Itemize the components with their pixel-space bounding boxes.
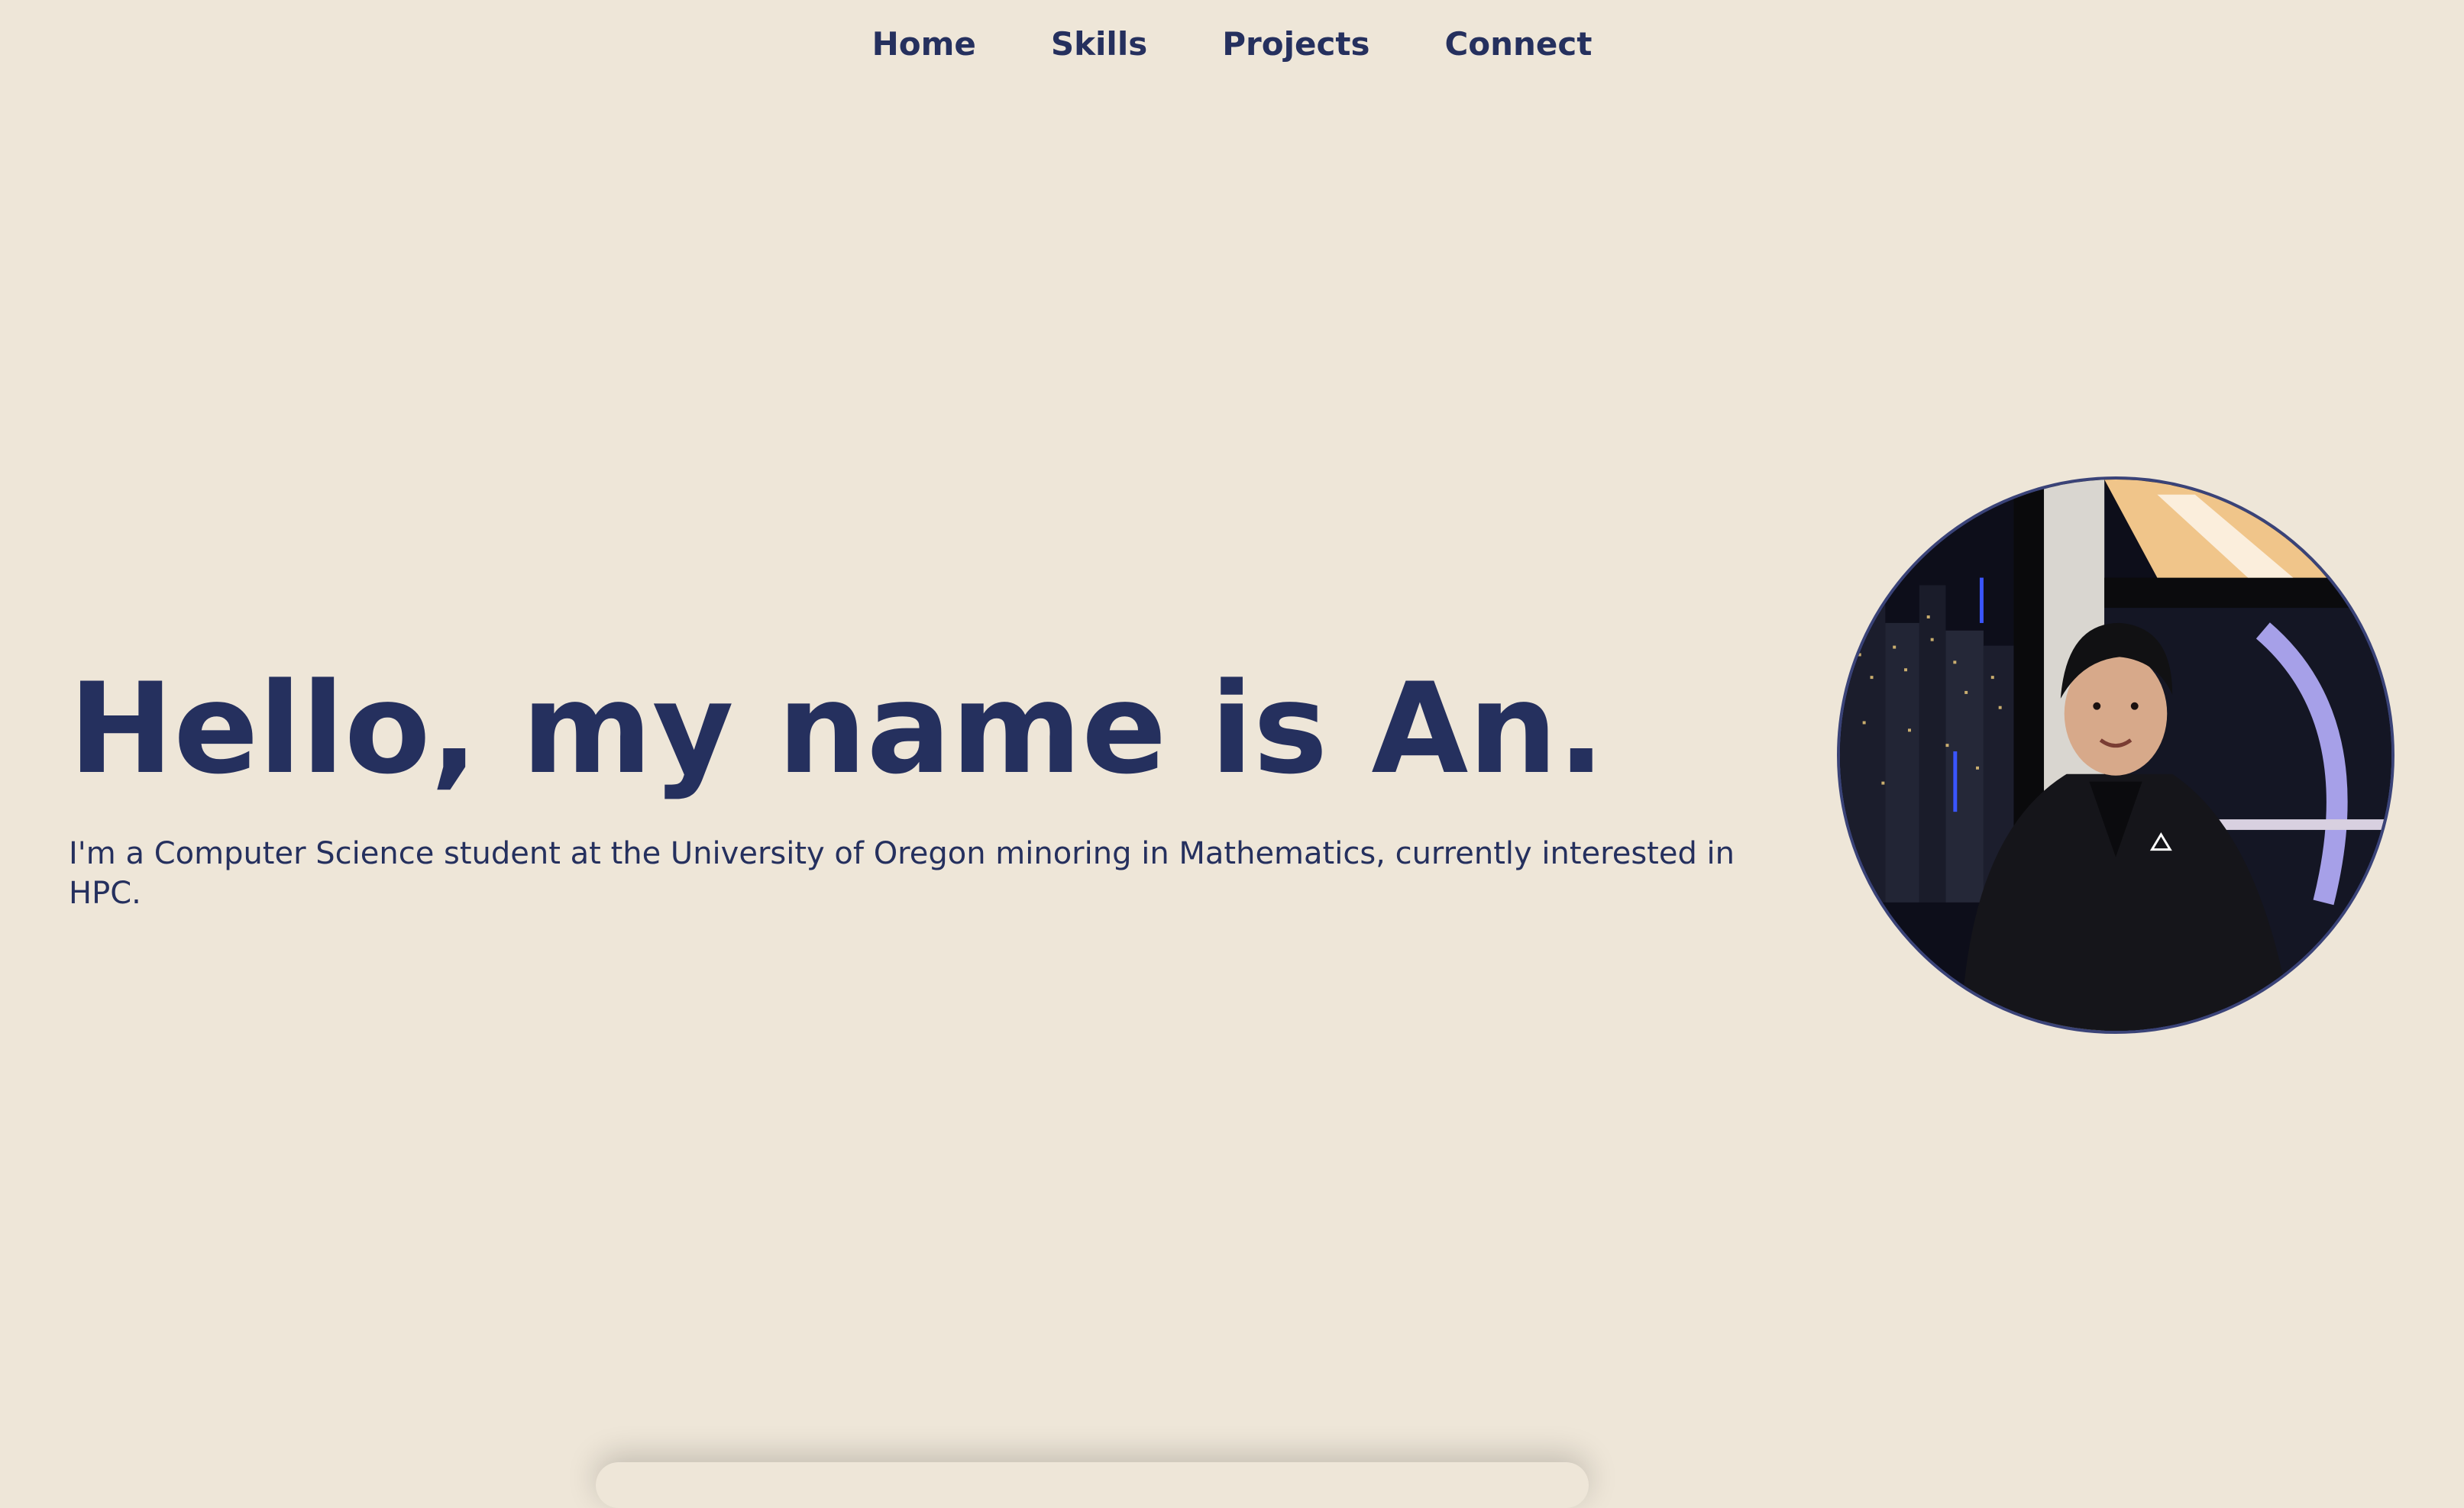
nav-connect-link[interactable]: Connect	[1407, 23, 1629, 66]
nav-home-link[interactable]: Home	[835, 23, 1014, 66]
profile-photo-illustration	[1840, 480, 2391, 1031]
top-nav: Home Skills Projects Connect	[0, 23, 2464, 66]
next-section-card-edge	[596, 1462, 1589, 1508]
hero-section: Hello, my name is An. I'm a Computer Sci…	[69, 656, 1735, 913]
hero-subtitle: I'm a Computer Science student at the Un…	[69, 836, 1735, 911]
nav-projects-link[interactable]: Projects	[1185, 23, 1407, 66]
hero-title: Hello, my name is An.	[69, 656, 1605, 802]
nav-skills-link[interactable]: Skills	[1014, 23, 1185, 66]
profile-photo	[1837, 476, 2394, 1034]
